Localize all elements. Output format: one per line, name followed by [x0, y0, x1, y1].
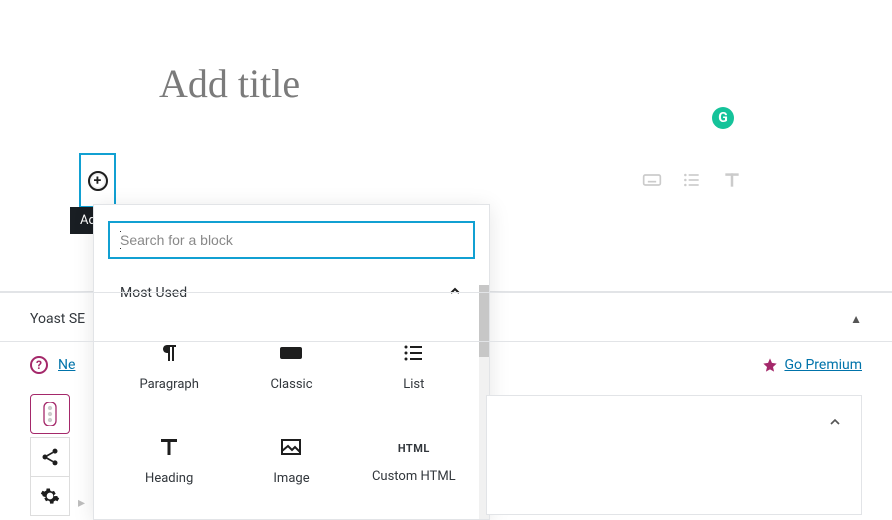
chevron-up-icon[interactable]: [827, 414, 843, 434]
advanced-tab[interactable]: [30, 476, 70, 516]
text-icon[interactable]: [722, 170, 742, 194]
plus-icon: +: [88, 171, 108, 191]
block-label: Heading: [145, 471, 193, 486]
yoast-panel-title: Yoast SE: [30, 311, 85, 327]
yoast-side-tabs: [30, 395, 70, 516]
image-icon: [277, 435, 305, 459]
share-icon: [40, 447, 60, 467]
yoast-panel-header[interactable]: Yoast SE ▲: [0, 293, 892, 342]
post-title-input[interactable]: Add title: [159, 60, 892, 107]
gear-icon: [40, 486, 60, 506]
heading-icon: [155, 435, 183, 459]
yoast-subbar: ? Ne Go Premium: [0, 342, 892, 388]
star-icon: [762, 357, 778, 373]
block-label: Image: [273, 471, 309, 486]
block-heading[interactable]: Heading: [108, 413, 230, 507]
go-premium-link[interactable]: Go Premium: [762, 357, 862, 373]
snippet-preview-panel: [486, 395, 862, 515]
help-icon[interactable]: ?: [30, 356, 48, 374]
block-toolbar: [642, 170, 742, 194]
block-label: Custom HTML: [372, 469, 456, 484]
block-search-input[interactable]: [120, 232, 463, 248]
need-help-link[interactable]: Ne: [58, 357, 75, 373]
yoast-seo-panel: Yoast SE ▲ ? Ne Go Premium: [0, 292, 892, 388]
collapse-triangle-icon: ▲: [850, 312, 862, 326]
block-image[interactable]: Image: [230, 413, 352, 507]
html-icon: HTML: [398, 442, 430, 455]
grammarly-badge[interactable]: G: [712, 107, 734, 129]
readability-tab[interactable]: [30, 394, 70, 434]
block-search-wrapper: [108, 221, 475, 259]
social-tab[interactable]: [30, 437, 70, 477]
keyboard-icon[interactable]: [642, 170, 662, 194]
block-custom-html[interactable]: HTML Custom HTML: [353, 413, 475, 507]
list-icon[interactable]: [682, 170, 702, 194]
traffic-light-icon: [41, 402, 59, 426]
add-block-button[interactable]: +: [79, 153, 116, 208]
go-premium-label: Go Premium: [784, 357, 862, 373]
expand-arrow-icon[interactable]: ▸: [78, 495, 85, 511]
